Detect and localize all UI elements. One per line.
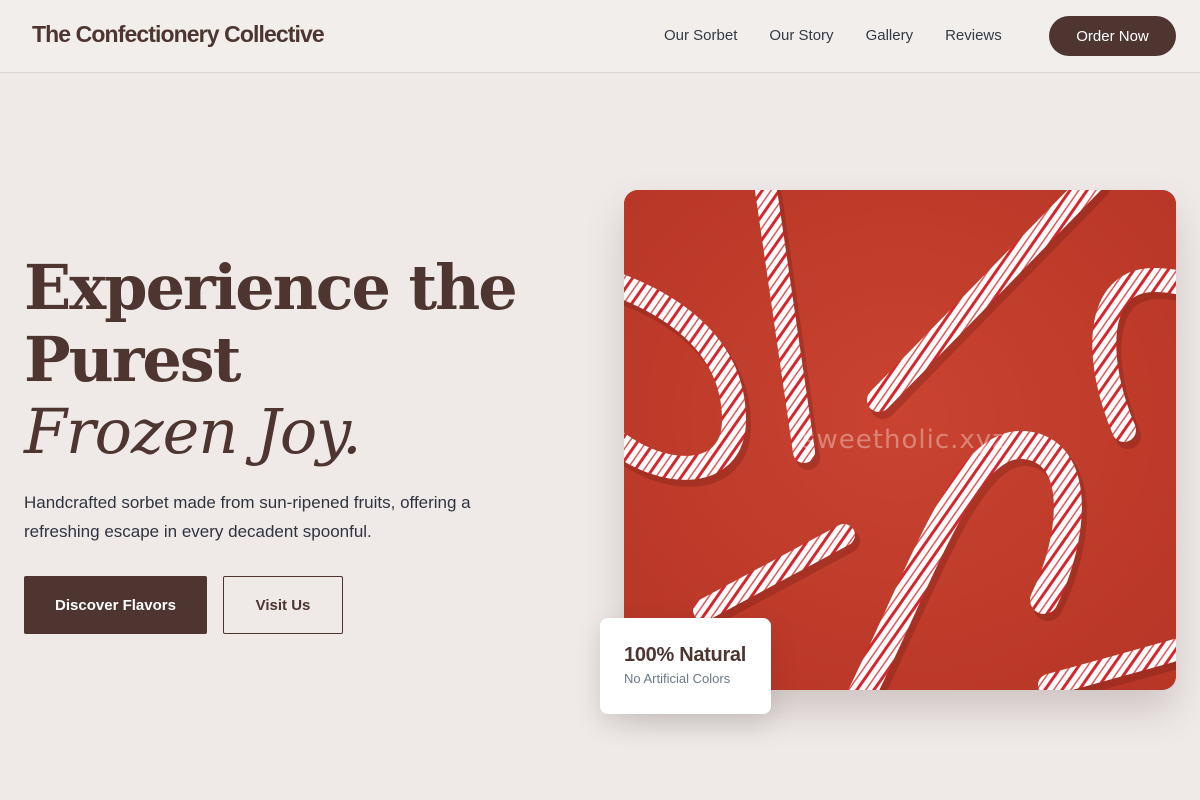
- hero-title: Experience the Purest Frozen Joy.: [24, 252, 584, 468]
- hero-description: Handcrafted sorbet made from sun-ripened…: [24, 493, 471, 541]
- hero-title-accent: Frozen Joy.: [24, 395, 362, 468]
- order-now-button[interactable]: Order Now: [1049, 16, 1176, 56]
- natural-badge: 100% Natural No Artificial Colors: [600, 618, 771, 714]
- hero-image: sweetholic.xyz: [624, 190, 1176, 690]
- image-watermark: sweetholic.xyz: [802, 425, 1007, 455]
- badge-title: 100% Natural: [624, 644, 747, 666]
- nav-link-gallery[interactable]: Gallery: [866, 27, 914, 44]
- badge-subtitle: No Artificial Colors: [624, 671, 731, 686]
- nav-link-our-sorbet[interactable]: Our Sorbet: [664, 27, 737, 44]
- brand-logo[interactable]: The Confectionery Collective: [32, 21, 325, 48]
- visit-us-button[interactable]: Visit Us: [223, 576, 343, 634]
- nav-link-our-story[interactable]: Our Story: [769, 27, 833, 44]
- hero-title-line-1: Experience the: [24, 251, 518, 324]
- hero-title-line-2: Purest: [24, 323, 241, 396]
- nav-links: Our Sorbet Our Story Gallery Reviews: [664, 27, 1002, 44]
- top-navigation: The Confectionery Collective Our Sorbet …: [0, 0, 1200, 73]
- nav-link-reviews[interactable]: Reviews: [945, 27, 1002, 44]
- discover-flavors-button[interactable]: Discover Flavors: [24, 576, 207, 634]
